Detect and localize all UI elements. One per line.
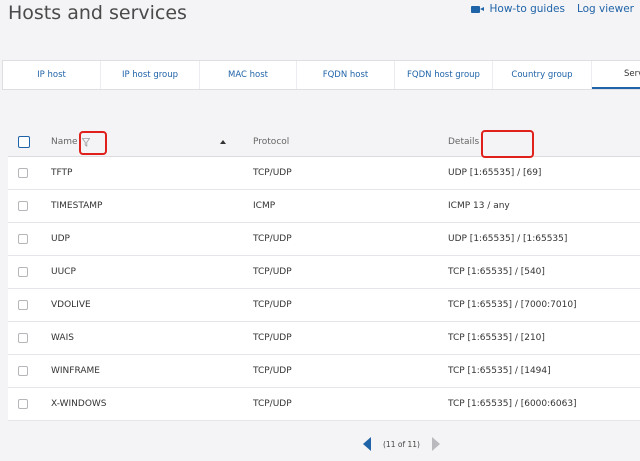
row-checkbox[interactable]: [18, 366, 28, 376]
table-row[interactable]: TFTP TCP/UDP UDP [1:65535] / [69]: [8, 157, 640, 190]
page-indicator: (11 of 11): [383, 439, 420, 449]
row-checkbox[interactable]: [18, 168, 28, 178]
row-name[interactable]: UDP: [51, 223, 70, 255]
filter-highlight-box: [79, 131, 107, 155]
row-details: TCP [1:65535] / [7000:7010]: [448, 300, 577, 310]
tab-ip-host[interactable]: IP host: [3, 61, 101, 89]
tab-ip-host-group[interactable]: IP host group: [101, 61, 200, 89]
row-details: UDP [1:65535] / [1:65535]: [448, 234, 568, 244]
header-checkbox-cell: [18, 128, 30, 156]
services-table: Name Protocol Details TFTP TCP/UDP UDP [1:…: [8, 128, 640, 421]
table-row[interactable]: TIMESTAMP ICMP ICMP 13 / any: [8, 190, 640, 223]
tab-bar: IP host IP host group MAC host FQDN host…: [2, 60, 640, 90]
select-all-checkbox[interactable]: [18, 136, 30, 148]
row-protocol: TCP/UDP: [253, 300, 292, 310]
row-name[interactable]: TFTP: [51, 157, 72, 189]
row-checkbox[interactable]: [18, 399, 28, 409]
row-protocol: TCP/UDP: [253, 267, 292, 277]
row-name[interactable]: WAIS: [51, 322, 74, 354]
log-viewer-link[interactable]: Log viewer: [577, 3, 634, 15]
previous-page-icon[interactable]: [363, 437, 371, 451]
row-protocol: TCP/UDP: [253, 234, 292, 244]
pagination: (11 of 11): [363, 437, 440, 451]
row-details: UDP [1:65535] / [69]: [448, 168, 542, 178]
row-checkbox[interactable]: [18, 267, 28, 277]
tab-country-group[interactable]: Country group: [493, 61, 592, 89]
howto-guides-label: How-to guides: [489, 3, 565, 15]
row-protocol: ICMP: [253, 201, 276, 211]
row-checkbox[interactable]: [18, 234, 28, 244]
row-details: TCP [1:65535] / [6000:6063]: [448, 399, 577, 409]
row-checkbox-cell: [18, 223, 28, 255]
howto-guides-link[interactable]: How-to guides: [470, 3, 565, 15]
row-checkbox-cell: [18, 289, 28, 321]
row-checkbox-cell: [18, 355, 28, 387]
details-highlight-box: [481, 130, 534, 158]
row-checkbox[interactable]: [18, 201, 28, 211]
top-links: How-to guides Log viewer: [470, 3, 634, 15]
row-name[interactable]: VDOLIVE: [51, 289, 91, 321]
row-details: ICMP 13 / any: [448, 201, 510, 211]
tab-fqdn-host[interactable]: FQDN host: [297, 61, 395, 89]
row-checkbox[interactable]: [18, 300, 28, 310]
tab-mac-host[interactable]: MAC host: [200, 61, 297, 89]
page-title: Hosts and services: [8, 2, 187, 24]
row-checkbox-cell: [18, 190, 28, 222]
video-icon: [470, 5, 484, 13]
table-row[interactable]: WINFRAME TCP/UDP TCP [1:65535] / [1494]: [8, 355, 640, 388]
row-name[interactable]: UUCP: [51, 256, 76, 288]
table-body: TFTP TCP/UDP UDP [1:65535] / [69] TIMESTAMP…: [8, 157, 640, 421]
row-checkbox-cell: [18, 388, 28, 420]
row-details: TCP [1:65535] / [210]: [448, 333, 545, 343]
name-header-label: Name: [51, 137, 78, 147]
protocol-header[interactable]: Protocol: [253, 128, 289, 156]
row-checkbox-cell: [18, 322, 28, 354]
row-name[interactable]: WINFRAME: [51, 355, 100, 387]
table-row[interactable]: X-WINDOWS TCP/UDP TCP [1:65535] / [6000:60…: [8, 388, 640, 421]
row-protocol: TCP/UDP: [253, 399, 292, 409]
row-checkbox[interactable]: [18, 333, 28, 343]
row-details: TCP [1:65535] / [540]: [448, 267, 545, 277]
row-checkbox-cell: [18, 256, 28, 288]
sort-ascending-icon[interactable]: [220, 140, 226, 144]
table-row[interactable]: VDOLIVE TCP/UDP TCP [1:65535] / [7000:7010…: [8, 289, 640, 322]
row-name[interactable]: TIMESTAMP: [51, 190, 102, 222]
details-header[interactable]: Details: [448, 128, 479, 156]
tab-fqdn-host-group[interactable]: FQDN host group: [395, 61, 493, 89]
table-row[interactable]: UDP TCP/UDP UDP [1:65535] / [1:65535]: [8, 223, 640, 256]
row-name[interactable]: X-WINDOWS: [51, 388, 107, 420]
row-protocol: TCP/UDP: [253, 366, 292, 376]
row-checkbox-cell: [18, 157, 28, 189]
row-protocol: TCP/UDP: [253, 168, 292, 178]
row-protocol: TCP/UDP: [253, 333, 292, 343]
tab-services[interactable]: Services: [592, 61, 640, 89]
table-row[interactable]: UUCP TCP/UDP TCP [1:65535] / [540]: [8, 256, 640, 289]
table-row[interactable]: WAIS TCP/UDP TCP [1:65535] / [210]: [8, 322, 640, 355]
row-details: TCP [1:65535] / [1494]: [448, 366, 551, 376]
next-page-icon[interactable]: [431, 437, 440, 451]
